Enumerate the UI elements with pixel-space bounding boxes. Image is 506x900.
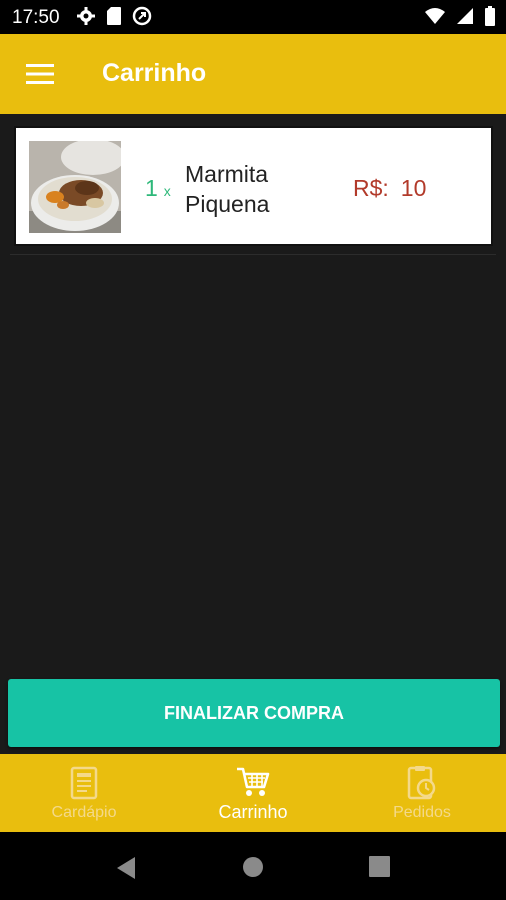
orders-icon [407, 766, 436, 800]
menu-card-icon [70, 766, 98, 800]
nav-item-carrinho[interactable]: Carrinho [169, 754, 337, 832]
status-icons-left [76, 6, 152, 26]
item-quantity: 1x [145, 175, 171, 201]
data-saver-icon [132, 6, 152, 26]
nav-label-carrinho: Carrinho [218, 802, 288, 822]
nav-label-pedidos: Pedidos [393, 804, 451, 821]
cart-icon [237, 767, 270, 796]
page-title: Carrinho [102, 59, 207, 87]
back-icon[interactable] [115, 856, 137, 880]
quantity-separator: x [163, 183, 171, 199]
status-icons-right [424, 6, 496, 26]
status-bar: 17:50 [0, 0, 506, 34]
sd-card-icon [107, 7, 121, 25]
item-currency: R$: [353, 175, 389, 201]
marmita-photo [29, 141, 121, 233]
menu-icon [26, 64, 54, 84]
item-name: Marmita Piquena [185, 161, 270, 217]
bottom-nav: Cardápio Carrinho Pedidos [0, 754, 506, 832]
system-nav-bar [0, 832, 506, 900]
wifi-icon [425, 8, 445, 24]
nav-label-cardapio: Cardápio [51, 804, 117, 821]
finalize-purchase-button[interactable]: FINALIZAR COMPRA [8, 679, 500, 747]
list-divider [10, 254, 496, 255]
app-bar: Carrinho [0, 34, 506, 114]
item-price: R$: 10 [353, 175, 426, 202]
home-icon[interactable] [242, 856, 264, 878]
nav-item-pedidos[interactable]: Pedidos [338, 754, 506, 832]
menu-button[interactable] [26, 62, 54, 86]
battery-icon [485, 6, 495, 26]
status-time: 17:50 [12, 7, 60, 28]
gear-icon [77, 7, 95, 25]
item-price-value: 10 [400, 175, 427, 201]
nav-item-cardapio[interactable]: Cardápio [0, 754, 168, 832]
recents-icon[interactable] [369, 856, 390, 877]
signal-icon [457, 8, 473, 24]
cart-item[interactable]: 1x Marmita Piquena R$: 10 [14, 126, 493, 246]
